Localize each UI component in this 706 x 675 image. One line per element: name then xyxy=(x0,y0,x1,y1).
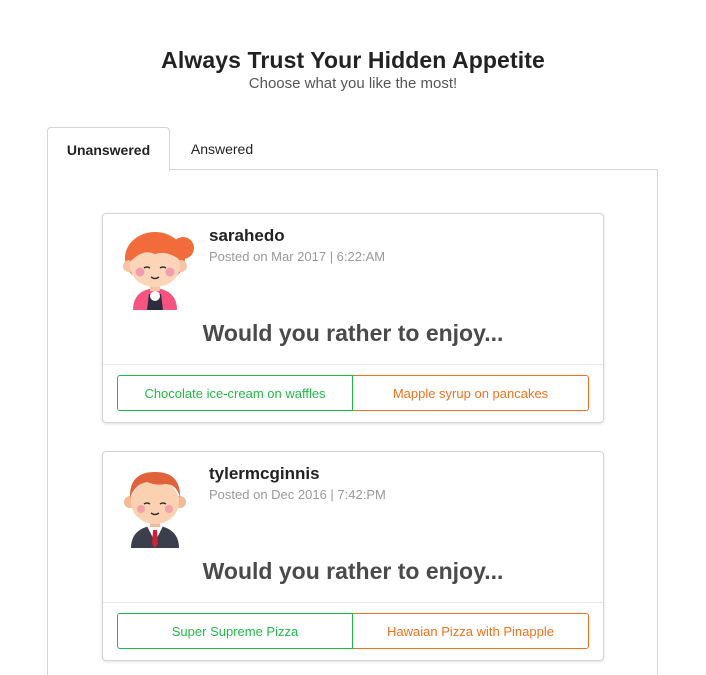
card-divider xyxy=(103,602,603,603)
page-header: Always Trust Your Hidden Appetite Choose… xyxy=(0,46,706,94)
question-prompt: Would you rather to enjoy... xyxy=(202,558,504,584)
option-one-button[interactable]: Chocolate ice-cream on waffles xyxy=(117,375,353,411)
question-card: sarahedo Posted on Mar 2017 | 6:22:AM Wo… xyxy=(102,213,604,423)
tab-unanswered[interactable]: Unanswered xyxy=(47,127,170,171)
question-tabs: Unanswered Answered xyxy=(47,127,274,171)
girl-avatar-icon xyxy=(117,224,197,310)
answer-options: Chocolate ice-cream on waffles Mapple sy… xyxy=(117,375,589,411)
option-one-button[interactable]: Super Supreme Pizza xyxy=(117,613,353,649)
card-divider xyxy=(103,364,603,365)
question-card: tylermcginnis Posted on Dec 2016 | 7:42:… xyxy=(102,451,604,661)
posted-date: Posted on Mar 2017 | 6:22:AM xyxy=(209,249,386,264)
posted-date: Posted on Dec 2016 | 7:42:PM xyxy=(209,487,386,502)
answer-options: Super Supreme Pizza Hawaian Pizza with P… xyxy=(117,613,589,649)
question-prompt: Would you rather to enjoy... xyxy=(202,320,504,346)
option-two-button[interactable]: Hawaian Pizza with Pinapple xyxy=(353,613,589,649)
page-title: Always Trust Your Hidden Appetite xyxy=(161,47,545,73)
author-name: sarahedo xyxy=(209,226,285,245)
author-name: tylermcginnis xyxy=(209,464,320,483)
boy-avatar-icon xyxy=(117,462,197,548)
option-two-button[interactable]: Mapple syrup on pancakes xyxy=(353,375,589,411)
page-subtitle: Choose what you like the most! xyxy=(248,75,458,92)
tab-answered[interactable]: Answered xyxy=(170,127,274,170)
